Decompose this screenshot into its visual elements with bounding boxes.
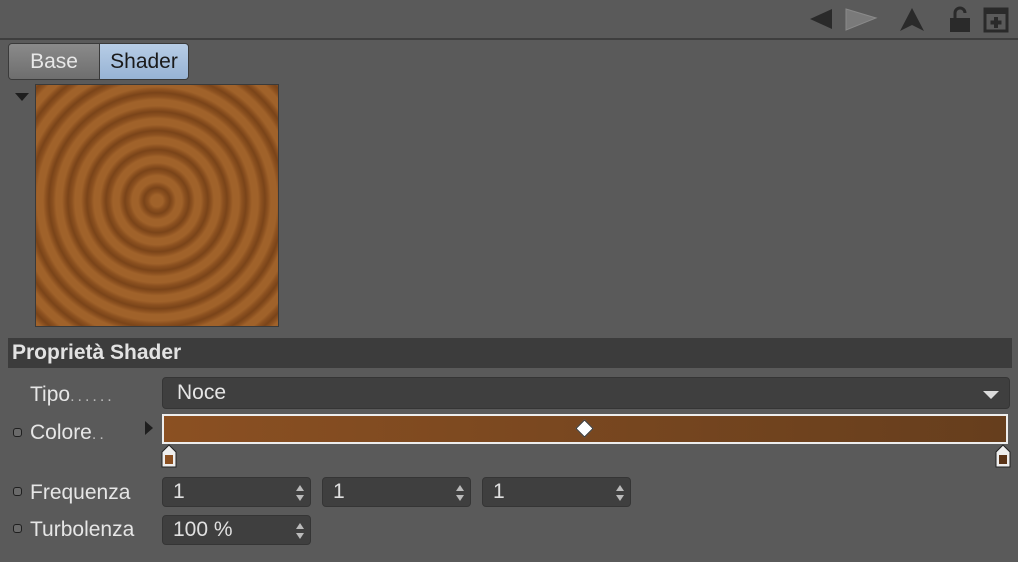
turbolenza-value: 100 % [173,518,233,541]
tab-base[interactable]: Base [9,44,99,79]
new-window-icon[interactable] [982,4,1010,34]
frequenza-z-value: 1 [493,480,505,503]
frequenza-label: Frequenza [30,481,131,504]
tab-shader[interactable]: Shader [99,44,188,79]
tipo-label-text: Tipo [30,383,71,406]
frequenza-z-field[interactable]: 1 [482,477,631,507]
stepper-arrows-icon[interactable] [615,484,625,502]
chevron-down-icon [983,391,999,399]
animate-dot-icon[interactable] [13,524,22,533]
shader-preview [35,84,279,327]
tipo-value: Noce [177,381,227,404]
forward-arrow-icon[interactable] [842,4,878,34]
turbolenza-label: Turbolenza [30,518,135,541]
stepper-arrows-icon[interactable] [455,484,465,502]
lock-icon[interactable] [946,4,974,34]
section-header[interactable]: Proprietà Shader [8,338,1012,368]
turbolenza-field[interactable]: 100 % [162,515,311,545]
frequenza-x-value: 1 [173,480,185,503]
up-arrow-icon[interactable] [898,4,926,34]
label-dots: ...... [70,388,115,405]
colore-label-text: Colore [30,421,92,444]
frequenza-x-field[interactable]: 1 [162,477,311,507]
colore-label: Colore.. [30,421,107,445]
back-arrow-icon[interactable] [806,4,834,34]
collapse-arrow-icon[interactable] [15,93,29,101]
tipo-dropdown[interactable]: Noce [162,377,1010,409]
gradient-knot-start[interactable] [161,444,177,468]
frequenza-y-value: 1 [333,480,345,503]
tab-bar: Base Shader [8,43,189,80]
label-dots: .. [91,426,107,443]
top-toolbar [0,0,1018,40]
tipo-label: Tipo...... [30,383,115,407]
stepper-arrows-icon[interactable] [295,484,305,502]
stepper-arrows-icon[interactable] [295,522,305,540]
animate-dot-icon[interactable] [13,428,22,437]
frequenza-y-field[interactable]: 1 [322,477,471,507]
gradient-knot-end[interactable] [995,444,1011,468]
gradient-expand-icon[interactable] [145,421,153,435]
animate-dot-icon[interactable] [13,487,22,496]
